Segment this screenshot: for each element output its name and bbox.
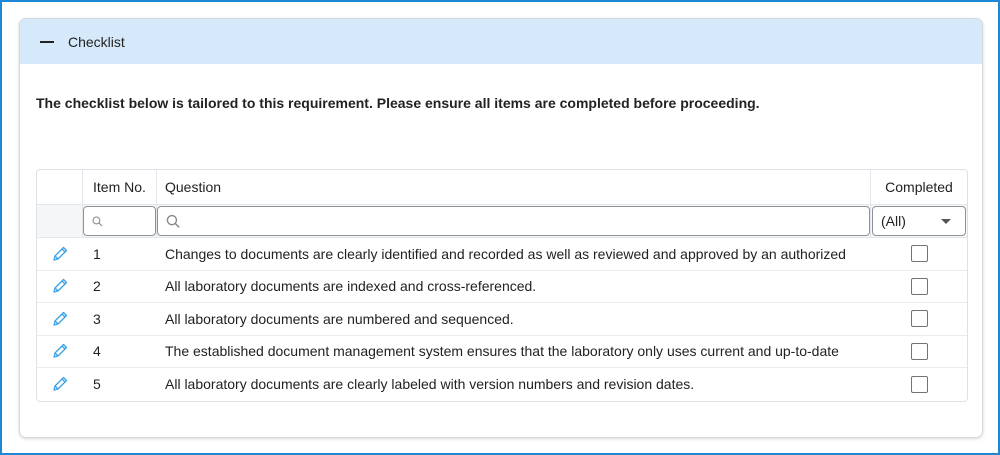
question-text: All laboratory documents are numbered an… <box>165 310 514 327</box>
table-row: 2 All laboratory documents are indexed a… <box>37 271 967 303</box>
pencil-icon[interactable] <box>51 342 69 360</box>
instruction-text: The checklist below is tailored to this … <box>36 95 760 111</box>
completed-cell <box>871 336 967 368</box>
item-no-cell: 3 <box>93 310 101 327</box>
edit-cell <box>37 238 83 270</box>
checklist-panel: Checklist The checklist below is tailore… <box>19 18 983 438</box>
table-row: 3 All laboratory documents are numbered … <box>37 303 967 336</box>
question-cell: Changes to documents are clearly identif… <box>157 238 871 270</box>
question-cell: The established document management syst… <box>157 336 871 368</box>
item-no-cell: 2 <box>93 278 101 295</box>
edit-cell <box>37 368 83 401</box>
edit-cell <box>37 271 83 303</box>
header-question[interactable]: Question <box>157 170 871 204</box>
question-cell: All laboratory documents are clearly lab… <box>157 368 871 401</box>
question-text: All laboratory documents are indexed and… <box>165 278 537 295</box>
header-item-no[interactable]: Item No. <box>83 170 157 204</box>
filter-item-no-cell <box>83 205 157 237</box>
completed-checkbox[interactable] <box>910 375 928 393</box>
question-filter-input[interactable] <box>186 213 869 229</box>
panel-title: Checklist <box>68 33 125 50</box>
completed-checkbox[interactable] <box>910 342 928 360</box>
filter-question-cell <box>157 205 871 237</box>
chevron-down-icon <box>941 218 951 224</box>
table-row: 1 Changes to documents are clearly ident… <box>37 238 967 271</box>
checklist-grid: Item No. Question Completed (All) 1 Chan… <box>36 169 968 402</box>
completed-filter-select[interactable]: (All) <box>872 206 966 236</box>
header-completed[interactable]: Completed <box>871 170 967 204</box>
header-edit <box>37 170 83 204</box>
table-row: 5 All laboratory documents are clearly l… <box>37 368 967 401</box>
question-cell: All laboratory documents are indexed and… <box>157 271 871 303</box>
completed-checkbox[interactable] <box>910 277 928 295</box>
panel-header[interactable]: Checklist <box>20 19 982 64</box>
completed-cell <box>871 271 967 303</box>
filter-completed-cell: (All) <box>871 205 967 237</box>
completed-filter-value: (All) <box>881 213 906 229</box>
completed-cell <box>871 368 967 401</box>
search-icon <box>166 214 180 228</box>
item-no-cell: 1 <box>93 245 101 262</box>
completed-checkbox[interactable] <box>910 310 928 328</box>
completed-cell <box>871 303 967 335</box>
edit-cell <box>37 336 83 368</box>
completed-checkbox[interactable] <box>910 245 928 263</box>
grid-header-row: Item No. Question Completed <box>37 170 967 205</box>
question-cell: All laboratory documents are numbered an… <box>157 303 871 335</box>
grid-filter-row: (All) <box>37 205 967 238</box>
item-no-cell: 4 <box>93 343 101 360</box>
item-no-filter-input[interactable] <box>108 213 155 229</box>
table-row: 4 The established document management sy… <box>37 336 967 368</box>
question-filter[interactable] <box>157 206 870 236</box>
pencil-icon[interactable] <box>51 277 69 295</box>
item-no-filter[interactable] <box>83 206 156 236</box>
question-text: All laboratory documents are clearly lab… <box>165 376 695 393</box>
item-no-cell: 5 <box>93 376 101 393</box>
pencil-icon[interactable] <box>51 375 69 393</box>
question-text: Changes to documents are clearly identif… <box>165 245 846 262</box>
question-text: The established document management syst… <box>165 343 839 360</box>
pencil-icon[interactable] <box>51 310 69 328</box>
minus-icon[interactable] <box>40 40 54 43</box>
edit-cell <box>37 303 83 335</box>
completed-cell <box>871 238 967 270</box>
filter-edit-spacer <box>37 205 83 237</box>
search-icon <box>92 216 103 226</box>
pencil-icon[interactable] <box>51 245 69 263</box>
